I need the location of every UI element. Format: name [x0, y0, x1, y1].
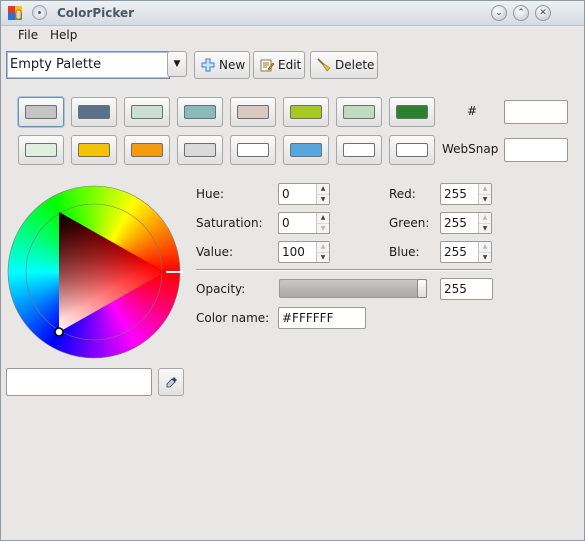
window-title: ColorPicker	[57, 6, 135, 20]
swatch-button[interactable]	[336, 97, 382, 127]
new-label: New	[219, 58, 246, 72]
palette-combobox[interactable]: Empty Palette	[6, 51, 170, 79]
value-increment[interactable]: ▲	[317, 242, 329, 252]
hue-decrement[interactable]: ▼	[317, 194, 329, 205]
red-decrement[interactable]: ▼	[479, 194, 491, 205]
swatch-color	[396, 143, 428, 157]
swatch-button[interactable]	[177, 97, 223, 127]
swatch-button[interactable]	[124, 135, 170, 165]
blue-increment[interactable]: ▲	[479, 242, 491, 252]
red-label: Red:	[389, 187, 416, 201]
blue-label: Blue:	[389, 245, 420, 259]
delete-button[interactable]: Delete	[310, 51, 378, 79]
swatch-color	[343, 143, 375, 157]
swatch-button[interactable]	[177, 135, 223, 165]
menu-help[interactable]: Help	[50, 28, 77, 42]
hue-label: Hue:	[196, 187, 225, 201]
titlebar[interactable]: ColorPicker ⌄ ⌃ ✕	[1, 1, 584, 26]
saturation-spinbox[interactable]: 0 ▲ ▼	[278, 212, 330, 234]
maximize-icon[interactable]: ⌃	[513, 5, 529, 21]
swatch-color	[78, 143, 110, 157]
color-name-label: Color name:	[196, 311, 270, 325]
swatch-color	[237, 105, 269, 119]
app-icon	[8, 6, 22, 20]
value-label: Value:	[196, 245, 233, 259]
eyedropper-button[interactable]	[158, 368, 184, 396]
swatch-button[interactable]	[18, 135, 64, 165]
opacity-value[interactable]: 255	[440, 278, 493, 300]
saturation-increment[interactable]: ▲	[317, 213, 329, 223]
new-button[interactable]: New	[194, 51, 250, 79]
swatch-color	[184, 143, 216, 157]
hex-input[interactable]	[504, 100, 568, 124]
swatch-color	[131, 143, 163, 157]
edit-icon	[260, 59, 274, 72]
swatch-color	[184, 105, 216, 119]
swatch-button[interactable]	[389, 135, 435, 165]
colorpicker-window: ColorPicker ⌄ ⌃ ✕ File Help Empty Palett…	[0, 0, 585, 541]
swatch-color	[396, 105, 428, 119]
swatch-button[interactable]	[71, 135, 117, 165]
swatch-color	[25, 143, 57, 157]
swatch-button[interactable]	[230, 97, 276, 127]
hue-increment[interactable]: ▲	[317, 184, 329, 194]
swatch-button[interactable]	[389, 97, 435, 127]
swatch-color	[237, 143, 269, 157]
delete-label: Delete	[335, 58, 375, 72]
color-name-input[interactable]: #FFFFFF	[278, 307, 366, 329]
saturation-decrement[interactable]: ▼	[317, 223, 329, 234]
swatch-button[interactable]	[283, 135, 329, 165]
red-spinbox[interactable]: 255 ▲ ▼	[440, 183, 492, 205]
swatch-button[interactable]	[336, 135, 382, 165]
edit-label: Edit	[278, 58, 302, 72]
swatch-color	[290, 143, 322, 157]
menubar: File Help	[1, 26, 584, 44]
close-icon[interactable]: ✕	[535, 5, 551, 21]
red-increment[interactable]: ▲	[479, 184, 491, 194]
swatch-button[interactable]	[18, 97, 64, 127]
pin-icon[interactable]	[32, 5, 47, 20]
swatch-button[interactable]	[230, 135, 276, 165]
opacity-slider-handle[interactable]	[417, 279, 427, 298]
green-spinbox[interactable]: 255 ▲ ▼	[440, 212, 492, 234]
edit-button[interactable]: Edit	[253, 51, 305, 79]
swatch-color	[343, 105, 375, 119]
value-decrement[interactable]: ▼	[317, 252, 329, 263]
color-preview	[6, 368, 152, 396]
swatch-color	[290, 105, 322, 119]
plus-icon	[201, 58, 215, 72]
saturation-label: Saturation:	[196, 216, 263, 230]
blue-spinbox[interactable]: 255 ▲ ▼	[440, 241, 492, 263]
broom-icon	[317, 58, 331, 72]
swatch-color	[25, 105, 57, 119]
swatch-button[interactable]	[124, 97, 170, 127]
opacity-label: Opacity:	[196, 282, 246, 296]
opacity-slider[interactable]	[279, 279, 427, 298]
swatch-button[interactable]	[71, 97, 117, 127]
green-decrement[interactable]: ▼	[479, 223, 491, 234]
swatch-color	[131, 105, 163, 119]
websnap-label: WebSnap	[442, 142, 499, 156]
green-label: Green:	[389, 216, 430, 230]
blue-decrement[interactable]: ▼	[479, 252, 491, 263]
eyedropper-icon	[166, 377, 177, 388]
minimize-icon[interactable]: ⌄	[491, 5, 507, 21]
green-increment[interactable]: ▲	[479, 213, 491, 223]
swatch-color	[78, 105, 110, 119]
swatch-button[interactable]	[283, 97, 329, 127]
menu-file[interactable]: File	[18, 28, 38, 42]
color-wheel[interactable]	[5, 183, 183, 361]
websnap-input[interactable]	[504, 138, 568, 162]
value-spinbox[interactable]: 100 ▲ ▼	[278, 241, 330, 263]
hex-label: #	[467, 104, 478, 118]
color-selector-handle[interactable]	[54, 327, 64, 337]
separator	[196, 269, 492, 271]
chevron-down-icon[interactable]: ▼	[167, 51, 187, 77]
hue-spinbox[interactable]: 0 ▲ ▼	[278, 183, 330, 205]
